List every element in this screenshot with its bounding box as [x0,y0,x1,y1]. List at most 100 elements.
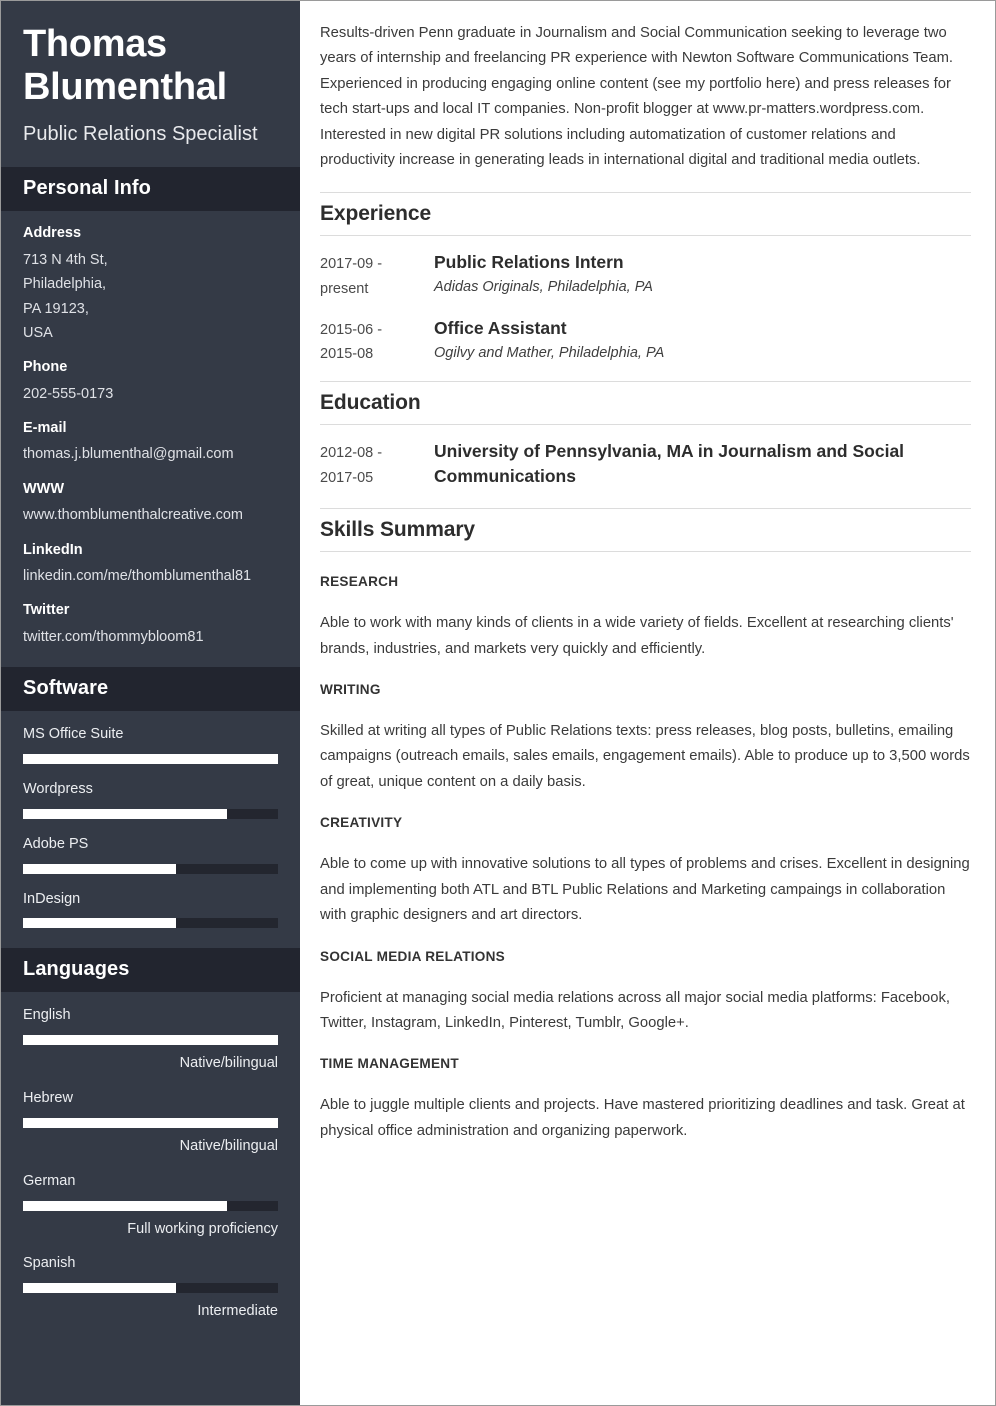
contact-value-line: 202-555-0173 [23,385,114,402]
contact-value-line: twitter.com/thommybloom81 [23,628,204,645]
bar-fill [23,1200,227,1211]
contact-item: Address 713 N 4th St, Philadelphia, PA 1912… [23,225,278,345]
contact-value: 202-555-0173 [23,382,278,406]
contact-value-line: 713 N 4th St, [23,251,108,268]
section-heading-software: Software [1,667,300,712]
language-name: English [23,1007,71,1024]
entry-date-line: 2017-05 [320,470,374,487]
software-skill-name: InDesign [23,890,81,907]
skills-summary-section: Skills Summary RESEARCH Able to work with… [320,508,971,1144]
entry-date-range: 2015-06 - 2015-08 [320,316,434,368]
software-skill-item: Adobe PS [23,835,278,874]
section-heading-experience: Experience [320,191,971,236]
resume-entry: 2015-06 - 2015-08 Office Assistant Ogilvy a… [320,316,971,368]
contact-value: twitter.com/thommybloom81 [23,625,278,649]
entry-date-line: 2015-06 - [320,321,383,338]
education-entry-list: 2012-08 - 2017-05 University of Pennsylvan… [320,439,971,492]
language-proficiency-label: Intermediate [197,1303,278,1320]
main-content: Results-driven Penn graduate in Journali… [300,1,995,1405]
language-item: Hebrew Native/bilingual [23,1089,278,1156]
contact-value: 713 N 4th St, Philadelphia, PA 19123, USA [23,248,278,345]
skill-block-list: RESEARCH Able to work with many kinds of … [320,574,971,1144]
skill-description: Skilled at writing all types of Public R… [320,722,970,790]
resume-entry: 2012-08 - 2017-05 University of Pennsylvan… [320,439,971,492]
contact-label: E-mail [23,420,67,437]
entry-date-line: 2017-09 - [320,255,383,272]
entry-date-line: 2012-08 - [320,445,383,462]
section-heading-languages: Languages [1,948,300,993]
personal-info-list: Address 713 N 4th St, Philadelphia, PA 1912… [1,211,300,667]
language-proficiency-label: Native/bilingual [179,1055,278,1072]
contact-item: Phone 202-555-0173 [23,359,278,406]
experience-section: Experience 2017-09 - present Public Relati… [320,191,971,368]
language-level-bar [23,1283,278,1294]
section-heading-personal-info: Personal Info [1,167,300,212]
entry-title: Office Assistant [434,317,567,338]
language-proficiency-label: Native/bilingual [179,1137,278,1154]
contact-value-line: USA [23,324,53,341]
sidebar-filler [1,1341,300,1405]
language-proficiency-label: Full working proficiency [127,1220,278,1237]
skill-description: Able to come up with innovative solution… [320,856,970,924]
software-skill-item: Wordpress [23,780,278,819]
skill-block: RESEARCH Able to work with many kinds of … [320,574,971,662]
bar-fill [23,1035,278,1046]
contact-label: Address [23,225,82,242]
skill-block: CREATIVITY Able to come up with innovativ… [320,815,971,928]
page-title: Thomas Blumenthal [23,23,227,108]
skill-description: Able to work with many kinds of clients … [320,615,954,657]
skill-title: CREATIVITY [320,815,403,831]
software-skill-item: MS Office Suite [23,725,278,764]
entry-organization: Ogilvy and Mather, Philadelphia, PA [434,345,665,362]
contact-value: www.thomblumenthalcreative.com [23,503,278,527]
skill-title: TIME MANAGEMENT [320,1056,459,1072]
skill-title: WRITING [320,681,381,697]
professional-summary: Results-driven Penn graduate in Journali… [320,25,954,169]
education-section: Education 2012-08 - 2017-05 University of … [320,381,971,492]
resume-entry: 2017-09 - present Public Relations Intern A… [320,250,971,302]
software-skill-name: Adobe PS [23,835,89,852]
skill-block: TIME MANAGEMENT Able to juggle multiple c… [320,1056,971,1144]
language-name: German [23,1172,76,1189]
contact-value: thomas.j.blumenthal@gmail.com [23,442,278,466]
resume-page: Thomas Blumenthal Public Relations Speci… [0,0,996,1406]
language-item: Spanish Intermediate [23,1254,278,1321]
skill-description: Proficient at managing social media rela… [320,989,950,1031]
skill-block: WRITING Skilled at writing all types of P… [320,682,971,795]
entry-organization: Adidas Originals, Philadelphia, PA [434,279,653,296]
language-level-bar [23,1035,278,1046]
sidebar: Thomas Blumenthal Public Relations Speci… [1,1,300,1405]
skill-block: SOCIAL MEDIA RELATIONS Proficient at mana… [320,949,971,1037]
bar-fill [23,918,176,929]
software-skill-bar [23,918,278,929]
software-skill-list: MS Office Suite Wordpress Adobe PS InDesign [1,711,300,948]
entry-date-range: 2012-08 - 2017-05 [320,439,434,492]
language-name: Spanish [23,1255,76,1272]
skill-title: SOCIAL MEDIA RELATIONS [320,948,505,964]
entry-body: Office Assistant Ogilvy and Mather, Phila… [434,316,971,368]
contact-value-line: www.thomblumenthalcreative.com [23,507,244,524]
entry-date-line: present [320,280,369,297]
language-level-bar [23,1200,278,1211]
entry-title: University of Pennsylvania, MA in Journa… [434,441,905,487]
name-block: Thomas Blumenthal Public Relations Speci… [1,1,300,167]
language-level-bar [23,1117,278,1128]
contact-label: Twitter [23,602,70,619]
contact-value-line: thomas.j.blumenthal@gmail.com [23,446,234,463]
bar-fill [23,1283,176,1294]
software-skill-bar [23,808,278,819]
software-skill-name: MS Office Suite [23,726,124,743]
language-item: English Native/bilingual [23,1006,278,1073]
software-skill-bar [23,863,278,874]
skill-title: RESEARCH [320,574,399,590]
contact-label: WWW [23,480,65,497]
entry-date-range: 2017-09 - present [320,250,434,302]
skill-description: Able to juggle multiple clients and proj… [320,1097,965,1139]
contact-item: LinkedIn linkedin.com/me/thomblumenthal81 [23,542,278,589]
software-skill-item: InDesign [23,890,278,929]
bar-fill [23,863,176,874]
software-skill-bar [23,753,278,764]
language-list: English Native/bilingual Hebrew Native/bili… [1,992,300,1341]
contact-value: linkedin.com/me/thomblumenthal81 [23,564,278,588]
bar-fill [23,808,227,819]
